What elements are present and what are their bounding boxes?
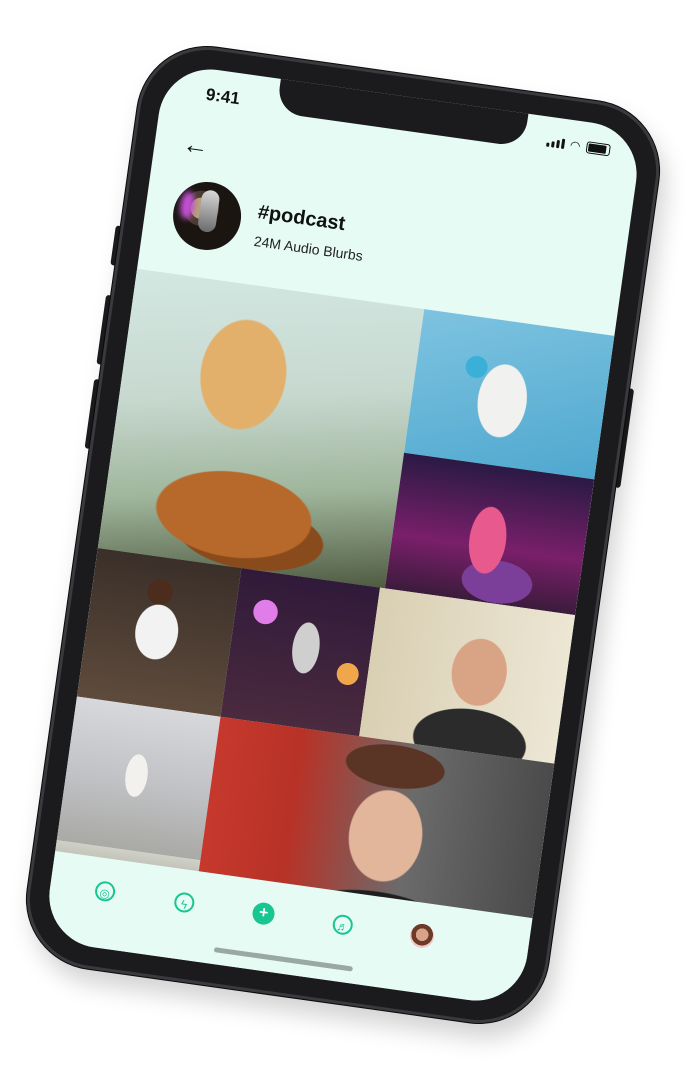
avatar-icon: [408, 922, 436, 950]
media-grid: [48, 268, 615, 967]
nav-record[interactable]: ♬: [328, 910, 357, 939]
selfie-headphones-tile[interactable]: [404, 309, 615, 480]
page-subtitle: 24M Audio Blurbs: [252, 232, 364, 264]
hashtag-avatar: [168, 177, 246, 255]
violin-tile[interactable]: [56, 696, 221, 861]
lightning-icon: ϟ: [173, 891, 196, 914]
nav-discover[interactable]: ◎: [90, 877, 119, 906]
wifi-icon: ◠: [569, 137, 582, 154]
phone-scene: 9:41 ◠ ← #podcast 24M Audio Blurbs ◎ ϟ +…: [0, 0, 685, 1070]
microphone-icon: ♬: [331, 913, 355, 937]
compass-icon: ◎: [93, 880, 117, 903]
status-time: 9:41: [204, 84, 242, 109]
signal-icon: [545, 137, 565, 149]
stage-singer-tile[interactable]: [384, 452, 595, 616]
back-arrow-icon: ←: [180, 128, 211, 162]
singer-guitar-tile[interactable]: [97, 268, 425, 589]
plus-icon: +: [251, 901, 276, 927]
back-button[interactable]: ←: [181, 128, 211, 162]
status-icons: ◠: [545, 135, 611, 158]
nav-profile[interactable]: [407, 921, 436, 950]
phone-device: 9:41 ◠ ← #podcast 24M Audio Blurbs ◎ ϟ +…: [17, 37, 669, 1033]
page-title: #podcast: [256, 201, 347, 236]
nav-activity[interactable]: ϟ: [170, 888, 199, 917]
studio-headphones-tile[interactable]: [76, 548, 242, 717]
nav-create[interactable]: +: [249, 899, 278, 928]
microphone-tile[interactable]: [220, 568, 381, 737]
battery-icon: [585, 141, 611, 157]
glasses-headphones-tile[interactable]: [359, 587, 576, 764]
